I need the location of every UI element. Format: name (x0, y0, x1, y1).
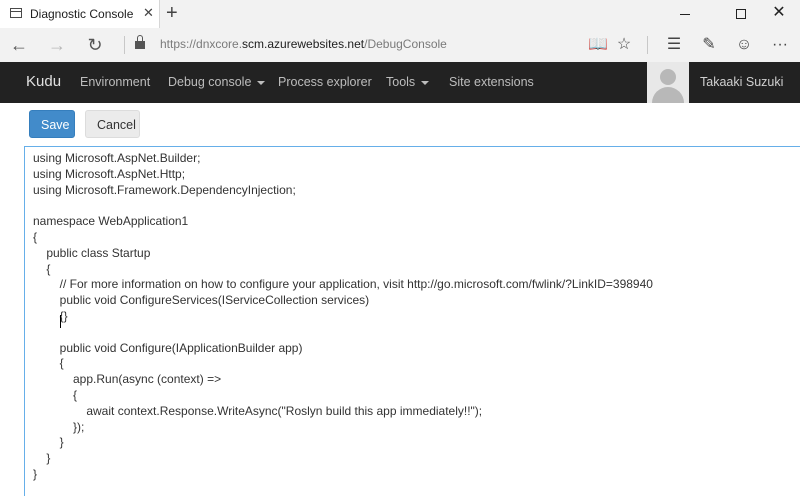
favorite-star-icon[interactable]: ☆ (613, 34, 635, 56)
feedback-smiley-icon[interactable]: ☺ (733, 34, 755, 56)
nav-debug-console[interactable]: Debug console (168, 75, 266, 89)
user-name[interactable]: Takaaki Suzuki (700, 75, 783, 89)
nav-debug-console-label: Debug console (168, 75, 252, 89)
code-line: app.Run(async (context) => (33, 372, 222, 387)
code-line: await context.Response.WriteAsync("Rosly… (33, 403, 483, 418)
divider (124, 36, 125, 54)
refresh-icon[interactable]: ↻ (82, 33, 108, 57)
kudu-brand[interactable]: Kudu (26, 73, 61, 90)
nav-tools[interactable]: Tools (386, 75, 430, 89)
avatar-body (652, 87, 684, 103)
code-line: { (33, 356, 64, 371)
url-field[interactable]: https://dnxcore.scm.azurewebsites.net/De… (160, 37, 447, 51)
code-line: {} (33, 308, 68, 323)
code-line: { (33, 229, 38, 244)
code-line: public void ConfigureServices(IServiceCo… (33, 293, 370, 308)
maximize-icon (736, 9, 746, 20)
code-line: using Microsoft.Framework.DependencyInje… (33, 182, 296, 197)
tab-close-icon[interactable]: ✕ (143, 5, 154, 21)
code-editor[interactable]: using Microsoft.AspNet.Builder; using Mic… (24, 146, 800, 496)
reading-view-icon[interactable]: 📖 (587, 34, 609, 56)
nav-site-extensions[interactable]: Site extensions (449, 75, 534, 89)
minimize-button[interactable] (662, 0, 708, 28)
lock-icon[interactable] (135, 35, 145, 49)
code-line: public void Configure(IApplicationBuilde… (33, 340, 303, 355)
avatar[interactable] (647, 62, 689, 103)
page-icon (10, 8, 22, 18)
code-text: using Microsoft.AspNet.Builder; using Mic… (33, 151, 653, 483)
more-icon[interactable]: ··· (769, 34, 791, 56)
caret-down-icon (421, 80, 430, 85)
web-note-icon[interactable]: ✎ (698, 34, 720, 56)
tab-title: Diagnostic Console (30, 7, 134, 21)
code-line: using Microsoft.AspNet.Http; (33, 166, 186, 181)
code-line: { (33, 387, 78, 402)
nav-tools-label: Tools (386, 75, 416, 89)
code-line: { (33, 261, 51, 276)
url-path: /DebugConsole (364, 37, 447, 51)
back-arrow-icon[interactable]: ← (6, 33, 32, 57)
minimize-icon (680, 13, 690, 15)
url-prefix: https://dnxcore. (160, 37, 243, 51)
forward-arrow-icon[interactable]: → (44, 33, 70, 57)
browser-tab[interactable]: Diagnostic Console ✕ (0, 0, 160, 28)
divider (647, 36, 648, 54)
nav-environment[interactable]: Environment (80, 75, 150, 89)
save-button[interactable]: Save (29, 110, 75, 138)
code-line: using Microsoft.AspNet.Builder; (33, 151, 201, 165)
code-line: }); (33, 419, 85, 434)
code-line: namespace WebApplication1 (33, 214, 189, 229)
caret-down-icon (257, 80, 266, 85)
title-bar: Diagnostic Console ✕ + ✕ (0, 0, 800, 28)
address-bar: ← → ↻ https://dnxcore.scm.azurewebsites.… (0, 28, 800, 62)
code-line: } (33, 466, 38, 481)
avatar-head (660, 69, 676, 85)
editor-page: Save Cancel using Microsoft.AspNet.Build… (0, 103, 800, 496)
nav-process-explorer[interactable]: Process explorer (278, 75, 372, 89)
code-line: // For more information on how to config… (33, 277, 653, 292)
hub-icon[interactable]: ☰ (663, 34, 685, 56)
code-line: } (33, 451, 51, 466)
close-window-button[interactable]: ✕ (756, 0, 800, 28)
new-tab-button[interactable]: + (166, 2, 178, 25)
code-line: } (33, 435, 64, 450)
text-cursor (60, 315, 61, 328)
url-host: scm.azurewebsites.net (242, 37, 365, 51)
cancel-button[interactable]: Cancel (85, 110, 140, 138)
code-line: public class Startup (33, 245, 151, 260)
